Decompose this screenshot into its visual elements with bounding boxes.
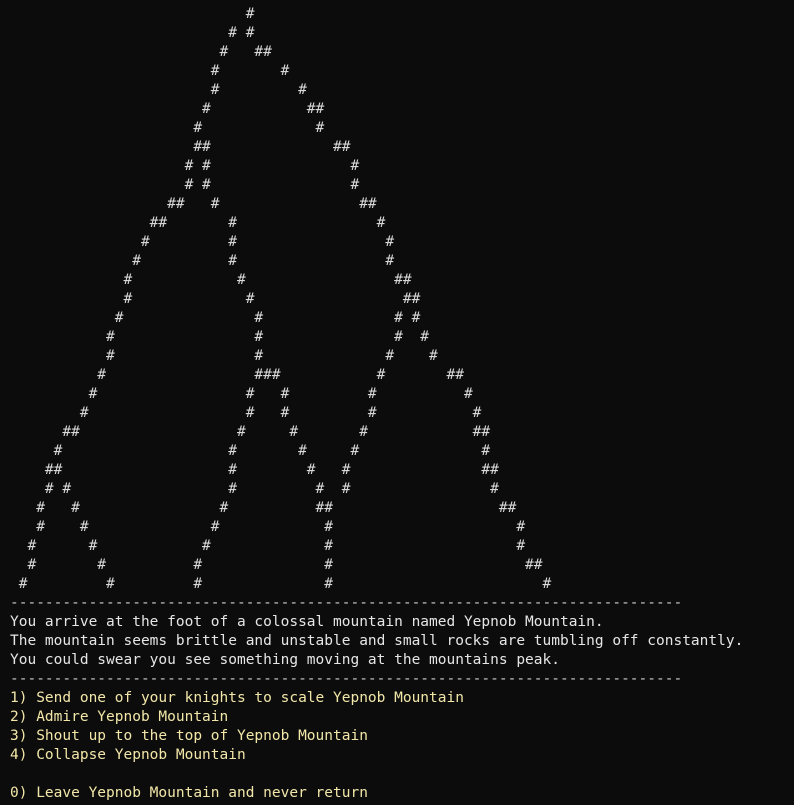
option-send-knight[interactable]: 1) Send one of your knights to scale Yep… <box>10 689 794 708</box>
art-line: # # # # <box>10 329 430 345</box>
narration-line: You arrive at the foot of a colossal mou… <box>10 614 604 630</box>
ascii-mountain-art: # # # # ## # # # # # ## # # ## ## # # # … <box>10 5 794 594</box>
art-line: # # <box>10 63 290 79</box>
option-shout-up[interactable]: 3) Shout up to the top of Yepnob Mountai… <box>10 727 794 746</box>
art-line: # # # # # <box>10 443 491 459</box>
art-line: # <box>10 6 255 22</box>
art-line: # # # # # <box>10 405 482 421</box>
art-line: # ## <box>10 101 325 117</box>
art-line: # # # # # # <box>10 481 499 497</box>
art-line: # # # <box>10 253 395 269</box>
terminal-window: # # # # ## # # # # # ## # # ## ## # # # … <box>10 5 794 803</box>
art-line: # # # <box>10 234 395 250</box>
option-collapse-mountain[interactable]: 4) Collapse Yepnob Mountain <box>10 746 794 765</box>
narration-block: You arrive at the foot of a colossal mou… <box>10 613 794 670</box>
separator-top: ----------------------------------------… <box>10 595 683 611</box>
separator-bottom: ----------------------------------------… <box>10 671 683 687</box>
art-line: # ### # ## <box>10 367 464 383</box>
art-line: ## ## <box>10 139 351 155</box>
art-line: ## # # # ## <box>10 424 491 440</box>
art-line: # # <box>10 25 255 41</box>
art-line: # # # ## ## <box>10 500 517 516</box>
option-leave[interactable]: 0) Leave Yepnob Mountain and never retur… <box>10 784 794 803</box>
art-line: # # # # # <box>10 386 473 402</box>
art-line: # # # # <box>10 310 421 326</box>
narration-line: You could swear you see something moving… <box>10 652 560 668</box>
art-line: # # # # # <box>10 576 552 592</box>
art-line: # # <box>10 82 307 98</box>
art-line: ## # # <box>10 215 386 231</box>
art-line: # # # # ## <box>10 557 543 573</box>
art-line: # # <box>10 120 325 136</box>
art-line: # # # # <box>10 348 438 364</box>
narration-line: The mountain seems brittle and unstable … <box>10 633 744 649</box>
art-line: # # # # # <box>10 519 526 535</box>
art-line: # # # <box>10 158 360 174</box>
option-admire-mountain[interactable]: 2) Admire Yepnob Mountain <box>10 708 794 727</box>
art-line: # # ## <box>10 272 412 288</box>
art-line: # # # # # <box>10 538 526 554</box>
art-line: # # ## <box>10 291 421 307</box>
art-line: # ## <box>10 44 272 60</box>
art-line: # # # <box>10 177 360 193</box>
art-line: ## # # # ## <box>10 462 499 478</box>
art-line: ## # ## <box>10 196 377 212</box>
options-menu: 1) Send one of your knights to scale Yep… <box>10 689 794 803</box>
